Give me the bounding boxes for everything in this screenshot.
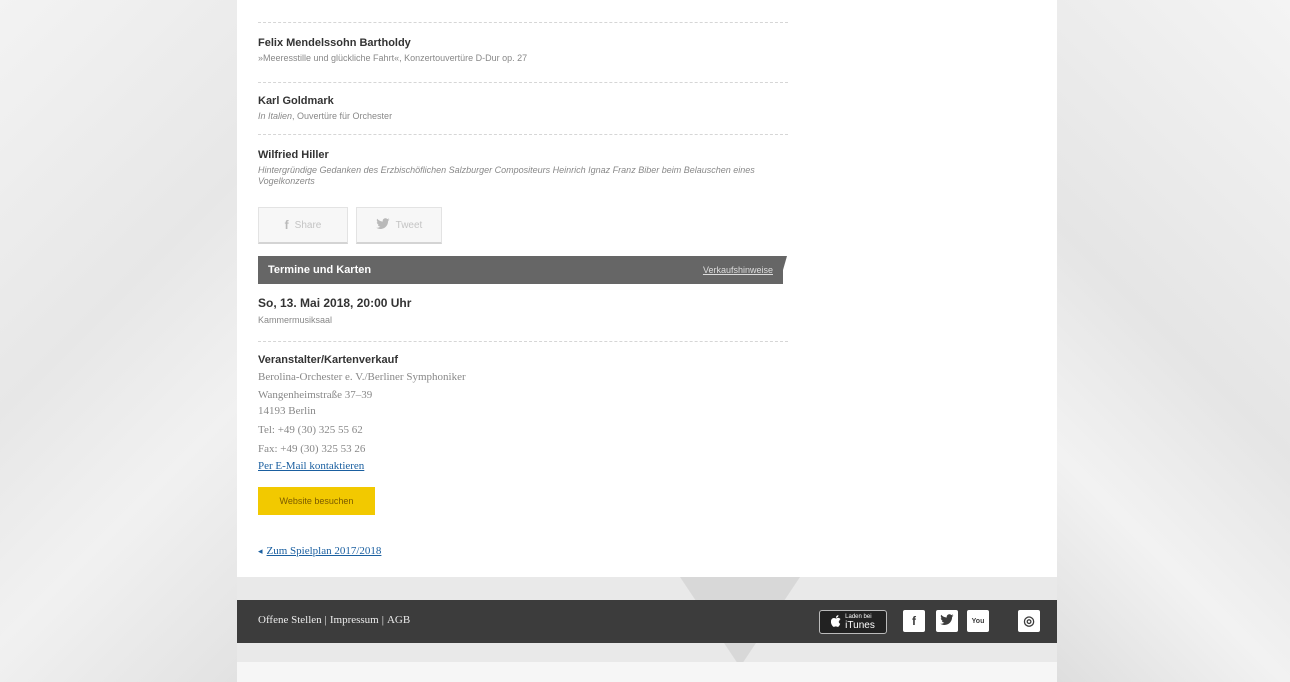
twitter-icon [375,217,390,233]
instagram-icon: ◎ [1023,613,1035,628]
background-left [0,0,237,682]
event-venue: Kammermusiksaal [258,315,333,325]
facebook-icon: f [912,614,916,628]
work-title: In Italien, Ouvertüre für Orchester [258,111,778,122]
organizer-street: Wangenheimstraße 37–39 [258,389,373,401]
organizer-heading: Veranstalter/Kartenverkauf [258,354,399,366]
twitter-icon [940,613,954,629]
itunes-text: Laden bei iTunes [845,614,875,631]
footer-separator: | [324,614,327,626]
organizer-fax: Fax: +49 (30) 325 53 26 [258,443,366,455]
back-to-schedule-link[interactable]: ◂ Zum Spielplan 2017/2018 [258,545,381,557]
footer-bar: Offene Stellen | Impressum | AGB Laden bei i… [237,600,1057,643]
facebook-social-link[interactable]: f [903,610,925,632]
tickets-header-slant [779,256,787,284]
composer-name: Felix Mendelssohn Bartholdy [258,37,411,49]
tickets-header-title: Termine und Karten [268,264,372,276]
email-contact-link[interactable]: Per E-Mail kontaktieren [258,460,364,472]
back-link-label: Zum Spielplan 2017/2018 [266,545,382,557]
background-right [1057,0,1290,682]
work-title: »Meeresstille und glückliche Fahrt«, Kon… [258,53,528,63]
itunes-label: iTunes [845,619,875,631]
facebook-share-button[interactable]: f Share [258,207,348,244]
bottom-content-strip [237,662,1057,682]
footer-link-jobs[interactable]: Offene Stellen [258,614,322,626]
facebook-share-label: Share [294,219,322,231]
work-item: Karl Goldmark In Italien, Ouvertüre für … [258,82,788,133]
twitter-share-label: Tweet [395,219,423,231]
organizer-name: Berolina-Orchester e. V./Berliner Sympho… [258,371,466,383]
apple-icon [831,614,841,630]
work-title-italic: Hintergründige Gedanken des Erzbischöfli… [258,165,755,186]
youtube-social-link[interactable]: You [967,610,989,632]
work-title: Hintergründige Gedanken des Erzbischöfli… [258,165,778,187]
tickets-header-bar: Termine und Karten Verkaufshinweise [258,256,783,284]
itunes-badge[interactable]: Laden bei iTunes [819,610,887,634]
instagram-social-link[interactable]: ◎ [1018,610,1040,632]
footer-links: Offene Stellen | Impressum | AGB [258,614,410,626]
organizer-tel: Tel: +49 (30) 325 55 62 [258,424,363,436]
organizer-city: 14193 Berlin [258,405,316,417]
footer-link-agb[interactable]: AGB [387,614,410,626]
work-item: Felix Mendelssohn Bartholdy »Meeresstill… [258,22,788,73]
footer-separator: | [381,614,384,626]
composer-name: Karl Goldmark [258,95,334,107]
work-title-rest: , Ouvertüre für Orchester [292,111,393,121]
footer-link-imprint[interactable]: Impressum [330,614,379,626]
event-date: So, 13. Mai 2018, 20:00 Uhr [258,296,412,310]
twitter-share-button[interactable]: Tweet [356,207,442,244]
twitter-social-link[interactable] [936,610,958,632]
visit-website-button[interactable]: Website besuchen [258,487,375,515]
work-item: Wilfried Hiller Hintergründige Gedanken … [258,134,788,205]
divider [258,341,788,342]
chevron-left-icon: ◂ [258,546,263,556]
composer-name: Wilfried Hiller [258,149,329,161]
youtube-icon: You [971,617,985,625]
facebook-icon: f [284,218,289,232]
work-title-italic: In Italien [258,111,293,121]
sales-info-link[interactable]: Verkaufshinweise [703,265,773,275]
